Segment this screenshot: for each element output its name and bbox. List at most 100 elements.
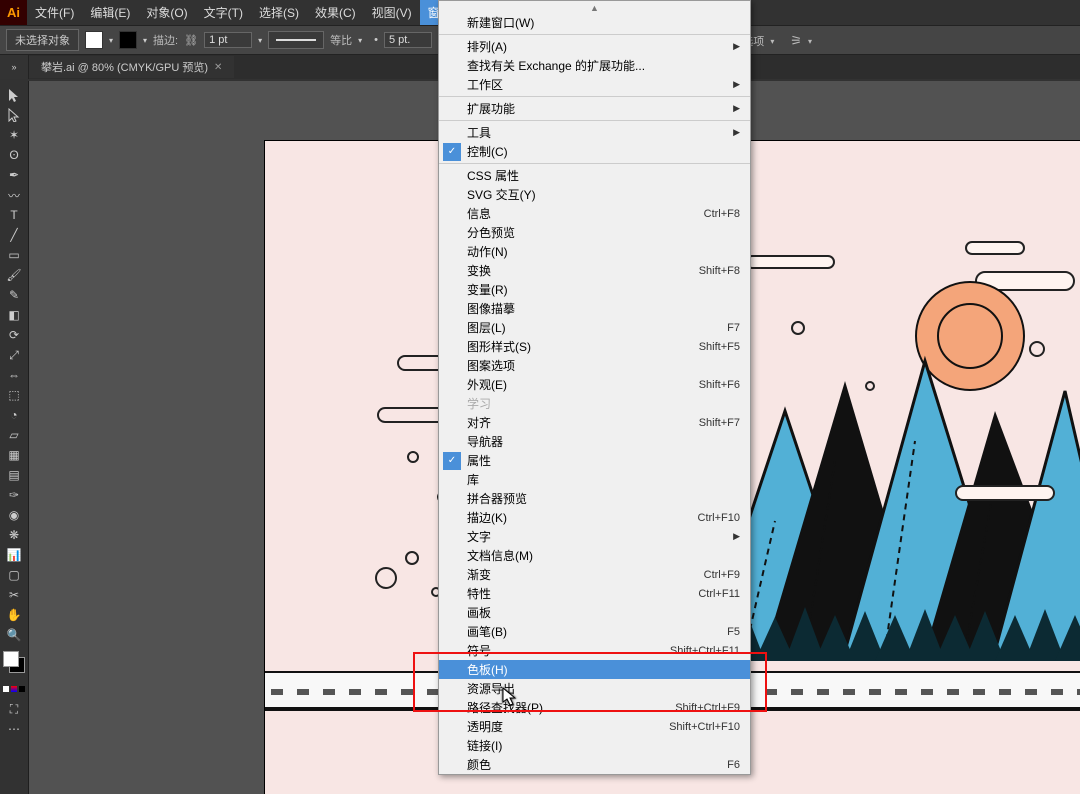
menu-item-CSS[interactable]: CSS 属性 bbox=[439, 166, 750, 185]
panel-menu-icon[interactable]: ⚞ bbox=[790, 33, 802, 49]
screen-mode-tool[interactable]: ⛶ bbox=[1, 699, 28, 719]
brush-size-input[interactable] bbox=[384, 32, 432, 48]
stroke-width-input[interactable] bbox=[204, 32, 252, 48]
symbol-sprayer-tool[interactable]: ❋ bbox=[1, 525, 28, 545]
document-tab[interactable]: 攀岩.ai @ 80% (CMYK/GPU 预览) ✕ bbox=[29, 56, 234, 78]
panel-dd-icon[interactable]: ▾ bbox=[808, 37, 812, 46]
menu-effect[interactable]: 效果(C) bbox=[307, 0, 364, 25]
lasso-tool[interactable]: ʘ bbox=[1, 145, 28, 165]
type-tool[interactable]: T bbox=[1, 205, 28, 225]
tab-strip-handle[interactable]: » bbox=[0, 55, 29, 79]
menu-item-L[interactable]: 图层(L)F7 bbox=[439, 318, 750, 337]
menu-item-[interactable]: 符号Shift+Ctrl+F11 bbox=[439, 641, 750, 660]
stroke-label: 描边: bbox=[153, 32, 178, 48]
paintbrush-tool[interactable]: 🖌 bbox=[1, 265, 28, 285]
menu-item-[interactable]: 特性Ctrl+F11 bbox=[439, 584, 750, 603]
line-tool[interactable]: ╱ bbox=[1, 225, 28, 245]
scale-tool[interactable]: ⤢ bbox=[1, 345, 28, 365]
scroll-up-icon[interactable]: ▲ bbox=[590, 3, 599, 13]
menu-item-K[interactable]: 描边(K)Ctrl+F10 bbox=[439, 508, 750, 527]
menu-item-W[interactable]: 新建窗口(W) bbox=[439, 13, 750, 32]
menu-item-Exchange[interactable]: 查找有关 Exchange 的扩展功能... bbox=[439, 56, 750, 75]
magic-wand-tool[interactable]: ✶ bbox=[1, 125, 28, 145]
menu-type[interactable]: 文字(T) bbox=[196, 0, 251, 25]
menu-item-[interactable]: 画板 bbox=[439, 603, 750, 622]
menu-object[interactable]: 对象(O) bbox=[138, 0, 195, 25]
rotate-tool[interactable]: ⟳ bbox=[1, 325, 28, 345]
menu-edit[interactable]: 编辑(E) bbox=[82, 0, 138, 25]
menu-item-H[interactable]: 色板(H) bbox=[439, 660, 750, 679]
fill-stroke-well[interactable] bbox=[3, 651, 25, 673]
menu-item-[interactable]: 拼合器预览 bbox=[439, 489, 750, 508]
menu-item-label: 画板 bbox=[467, 604, 491, 621]
menu-item-S[interactable]: 图形样式(S)Shift+F5 bbox=[439, 337, 750, 356]
menu-item-[interactable]: 对齐Shift+F7 bbox=[439, 413, 750, 432]
menu-item-[interactable]: 渐变Ctrl+F9 bbox=[439, 565, 750, 584]
mesh-tool[interactable]: ▦ bbox=[1, 445, 28, 465]
link-icon[interactable]: ⛓ bbox=[184, 34, 198, 47]
color-mode-row[interactable] bbox=[1, 679, 28, 699]
swatch-dd-icon[interactable]: ▾ bbox=[109, 36, 113, 45]
hand-tool[interactable]: ✋ bbox=[1, 605, 28, 625]
eraser-tool[interactable]: ◧ bbox=[1, 305, 28, 325]
menu-item-N[interactable]: 动作(N) bbox=[439, 242, 750, 261]
blend-tool[interactable]: ◉ bbox=[1, 505, 28, 525]
menu-item-label: 变换 bbox=[467, 262, 491, 279]
menu-item-[interactable]: 图案选项 bbox=[439, 356, 750, 375]
menu-item-[interactable]: 工具▶ bbox=[439, 123, 750, 142]
close-tab-icon[interactable]: ✕ bbox=[214, 62, 222, 73]
menu-item-[interactable]: 图像描摹 bbox=[439, 299, 750, 318]
gradient-tool[interactable]: ▤ bbox=[1, 465, 28, 485]
perspective-tool[interactable]: ▱ bbox=[1, 425, 28, 445]
shape-builder-tool[interactable]: ◔ bbox=[1, 405, 28, 425]
menu-item-[interactable]: 信息Ctrl+F8 bbox=[439, 204, 750, 223]
eyedropper-tool[interactable]: ✑ bbox=[1, 485, 28, 505]
menu-item-[interactable]: ✓属性 bbox=[439, 451, 750, 470]
menu-item-[interactable]: 透明度Shift+Ctrl+F10 bbox=[439, 717, 750, 736]
menu-item-[interactable]: 资源导出 bbox=[439, 679, 750, 698]
menu-item-P[interactable]: 路径查找器(P)Shift+Ctrl+F9 bbox=[439, 698, 750, 717]
menu-item-shortcut: Shift+F8 bbox=[699, 265, 740, 277]
menu-item-[interactable]: 扩展功能▶ bbox=[439, 99, 750, 118]
preferences-dd-icon[interactable]: ▾ bbox=[770, 37, 774, 46]
menu-item-label: 透明度 bbox=[467, 718, 503, 735]
menu-item-I[interactable]: 链接(I) bbox=[439, 736, 750, 755]
zoom-tool[interactable]: 🔍 bbox=[1, 625, 28, 645]
menu-item-SVGY[interactable]: SVG 交互(Y) bbox=[439, 185, 750, 204]
stroke-style-preview[interactable] bbox=[268, 31, 324, 49]
rectangle-tool[interactable]: ▭ bbox=[1, 245, 28, 265]
menu-item-[interactable]: 库 bbox=[439, 470, 750, 489]
menu-item-[interactable]: 工作区▶ bbox=[439, 75, 750, 94]
menu-item-C[interactable]: ✓控制(C) bbox=[439, 142, 750, 161]
artboard-tool[interactable]: ▢ bbox=[1, 565, 28, 585]
menu-item-B[interactable]: 画笔(B)F5 bbox=[439, 622, 750, 641]
menu-item-[interactable]: 变换 Shift+F8 bbox=[439, 261, 750, 280]
column-graph-tool[interactable]: 📊 bbox=[1, 545, 28, 565]
width-tool[interactable]: ⇔ bbox=[1, 365, 28, 385]
menu-item-M[interactable]: 文档信息(M) bbox=[439, 546, 750, 565]
menu-item-[interactable]: 文字▶ bbox=[439, 527, 750, 546]
menu-item-R[interactable]: 变量(R) bbox=[439, 280, 750, 299]
menu-item-[interactable]: 导航器 bbox=[439, 432, 750, 451]
pen-tool[interactable]: ✒ bbox=[1, 165, 28, 185]
menu-view[interactable]: 视图(V) bbox=[364, 0, 420, 25]
uniform-dd-icon[interactable]: ▾ bbox=[358, 36, 362, 45]
pencil-tool[interactable]: ✎ bbox=[1, 285, 28, 305]
stroke-swatch[interactable] bbox=[119, 31, 137, 49]
slice-tool[interactable]: ✂ bbox=[1, 585, 28, 605]
free-transform-tool[interactable]: ⬚ bbox=[1, 385, 28, 405]
menu-item-A[interactable]: 排列(A)▶ bbox=[439, 37, 750, 56]
selection-tool[interactable] bbox=[1, 85, 28, 105]
edit-toolbar-icon[interactable]: ⋯ bbox=[1, 719, 28, 739]
fill-swatch[interactable] bbox=[85, 31, 103, 49]
menu-item-[interactable]: 颜色F6 bbox=[439, 755, 750, 774]
curvature-tool[interactable]: 〰 bbox=[1, 185, 28, 205]
menu-select[interactable]: 选择(S) bbox=[251, 0, 307, 25]
stroke-dd-icon[interactable]: ▾ bbox=[258, 36, 262, 45]
menu-item-[interactable]: 分色预览 bbox=[439, 223, 750, 242]
menu-item-E[interactable]: 外观(E)Shift+F6 bbox=[439, 375, 750, 394]
direct-selection-tool[interactable] bbox=[1, 105, 28, 125]
menu-item-label: 路径查找器(P) bbox=[467, 699, 543, 716]
menu-file[interactable]: 文件(F) bbox=[27, 0, 82, 25]
swatch-dd-icon2[interactable]: ▾ bbox=[143, 36, 147, 45]
